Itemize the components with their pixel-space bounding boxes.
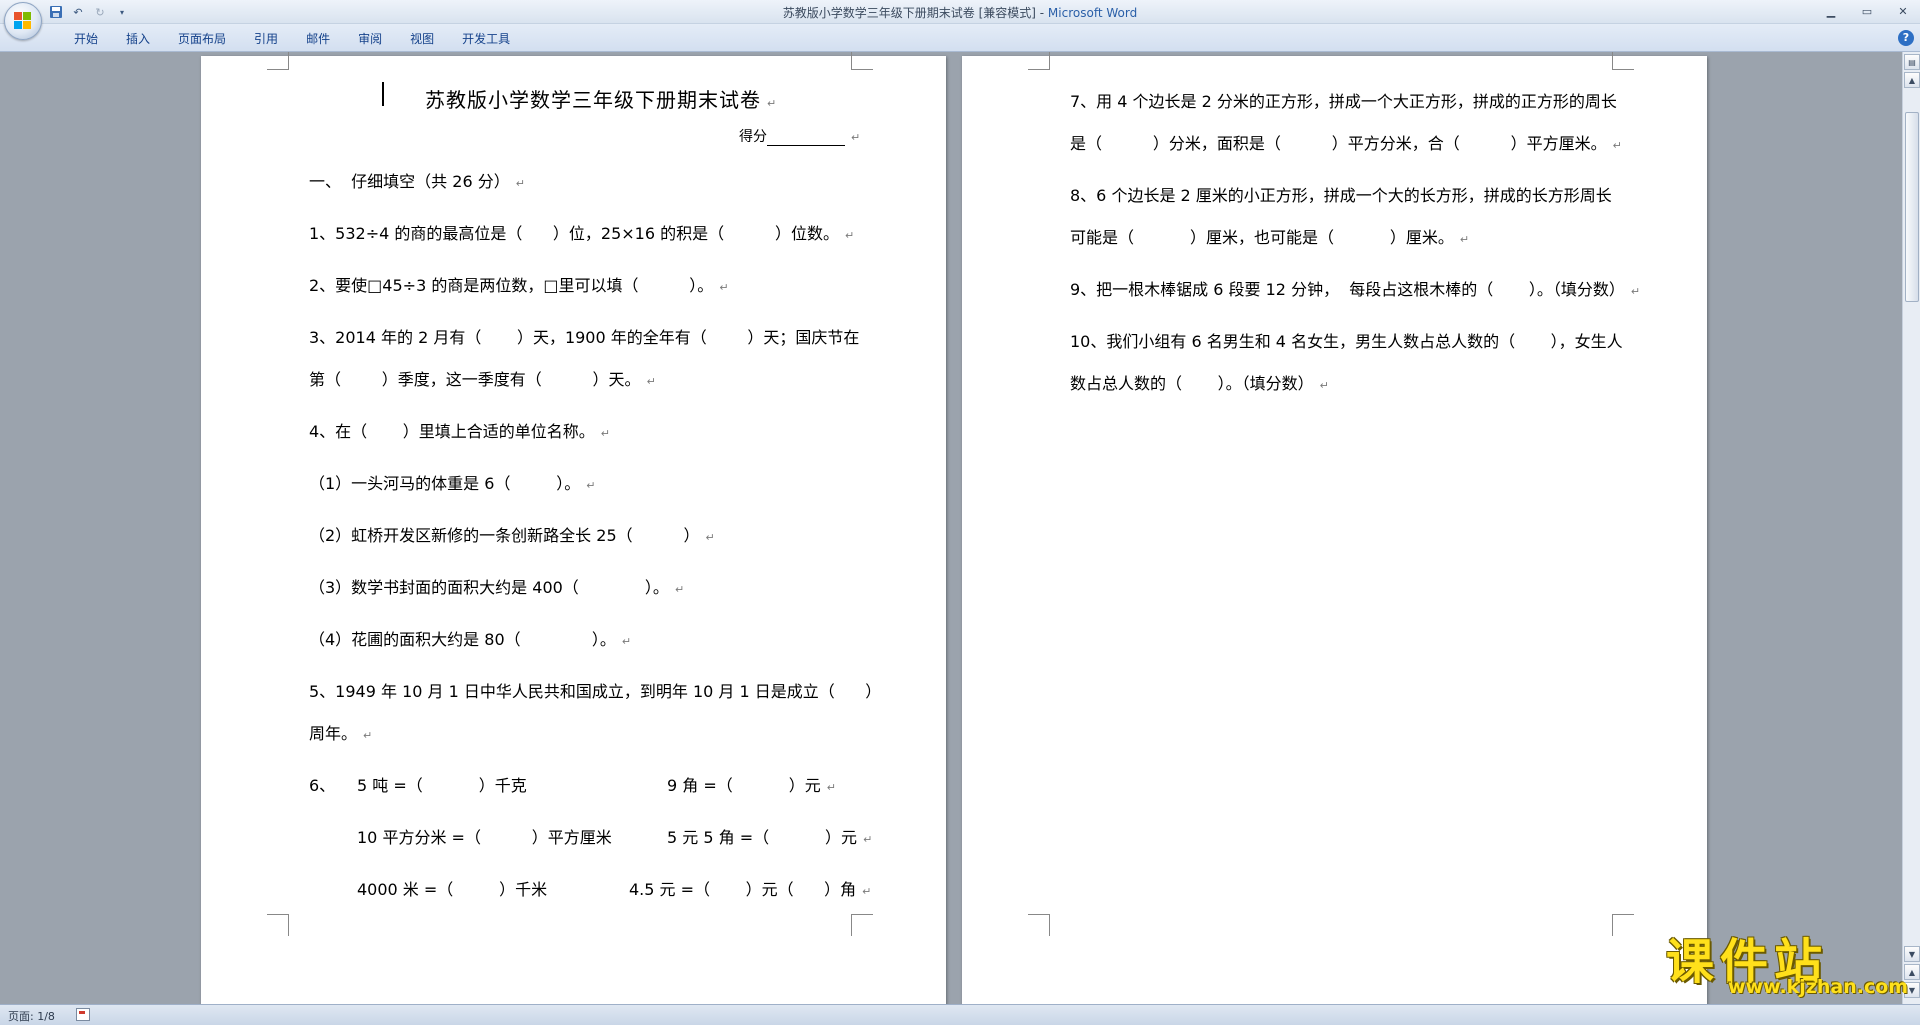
tab-references[interactable]: 引用 [240, 30, 292, 48]
crop-mark [1028, 914, 1050, 936]
tab-developer[interactable]: 开发工具 [448, 30, 524, 48]
tab-page-layout[interactable]: 页面布局 [164, 30, 240, 48]
tab-mailings[interactable]: 邮件 [292, 30, 344, 48]
document-title: 苏教版小学数学三年级下册期末试卷 [兼容模式] - [782, 6, 1048, 20]
question-8-line-1: 8、6 个边长是 2 厘米的小正方形，拼成一个大的长方形，拼成的长方形周长 [1070, 186, 1612, 205]
document-page-left[interactable]: 苏教版小学数学三年级下册期末试卷 ↵ 得分 ↵ 一、 仔细填空（共 26 分） ↵ 1… [201, 52, 946, 1004]
office-button[interactable] [4, 2, 42, 40]
maximize-icon[interactable]: ▭ [1856, 2, 1878, 20]
question-3-line-2: 第（ ）季度，这一季度有（ ）天。 ↵ [309, 370, 656, 389]
tab-insert[interactable]: 插入 [112, 30, 164, 48]
question-7-line-1: 7、用 4 个边长是 2 分米的正方形，拼成一个大正方形，拼成的正方形的周长 [1070, 92, 1617, 111]
ribbon-tabs: 开始 插入 页面布局 引用 邮件 审阅 视图 开发工具 [60, 30, 524, 48]
question-4-4: （4）花圃的面积大约是 80（ ）。 ↵ [309, 630, 632, 649]
office-logo-icon [14, 12, 32, 30]
site-watermark: 课件站 www.kjzhan.com [1666, 922, 1909, 1002]
question-6-number: 6、 [309, 776, 336, 795]
question-7-line-2: 是（ ）分米，面积是（ ）平方分米，合（ ）平方厘米。 ↵ [1070, 134, 1622, 153]
question-6-item: 10 平方分米 =（ ）平方厘米 [357, 828, 612, 847]
question-4-2: （2）虹桥开发区新修的一条创新路全长 25（ ） ↵ [309, 526, 715, 545]
question-2: 2、要使□45÷3 的商是两位数，□里可以填（ ）。 ↵ [309, 276, 729, 295]
crop-mark [1612, 914, 1634, 936]
status-bar: 页面: 1/8 [0, 1004, 1920, 1025]
question-1: 1、532÷4 的商的最高位是（ ）位，25×16 的积是（ ）位数。 ↵ [309, 224, 855, 243]
window-title: 苏教版小学数学三年级下册期末试卷 [兼容模式] - Microsoft Word [0, 4, 1920, 21]
crop-mark [267, 914, 289, 936]
tab-view[interactable]: 视图 [396, 30, 448, 48]
scrollbar-thumb[interactable] [1905, 112, 1919, 302]
question-4: 4、在（ ）里填上合适的单位名称。 ↵ [309, 422, 611, 441]
question-6-item: 4000 米 =（ ）千米 [357, 880, 548, 899]
question-10-line-1: 10、我们小组有 6 名男生和 4 名女生，男生人数占总人数的（ ），女生人 [1070, 332, 1623, 351]
watermark-url: www.kjzhan.com [1728, 976, 1909, 998]
question-6-item: 4.5 元 =（ ）元（ ）角 ↵ [629, 880, 872, 899]
document-heading: 苏教版小学数学三年级下册期末试卷 ↵ [425, 88, 778, 112]
question-3-line-1: 3、2014 年的 2 月有（ ）天，1900 年的全年有（ ）天；国庆节在 [309, 328, 860, 347]
question-9: 9、把一根木棒锯成 6 段要 12 分钟， 每段占这根木棒的（ ）。（填分数） ↵ [1070, 280, 1641, 299]
ruler-toggle-icon[interactable]: ▤ [1904, 54, 1920, 70]
section-heading: 一、 仔细填空（共 26 分） ↵ [309, 172, 525, 191]
crop-mark [267, 52, 289, 70]
text-cursor [382, 82, 384, 106]
document-workspace: 苏教版小学数学三年级下册期末试卷 ↵ 得分 ↵ 一、 仔细填空（共 26 分） ↵ 1… [0, 52, 1902, 1004]
help-icon[interactable]: ? [1898, 30, 1914, 46]
question-5-line-1: 5、1949 年 10 月 1 日中华人民共和国成立，到明年 10 月 1 日是… [309, 682, 882, 701]
question-8-line-2: 可能是（ ）厘米，也可能是（ ）厘米。 ↵ [1070, 228, 1470, 247]
ribbon-tab-bar: 开始 插入 页面布局 引用 邮件 审阅 视图 开发工具 ? [0, 24, 1920, 52]
crop-mark [851, 52, 873, 70]
tab-review[interactable]: 审阅 [344, 30, 396, 48]
question-5-line-2: 周年。 ↵ [309, 724, 373, 743]
page-count[interactable]: 页面: 1/8 [8, 1008, 55, 1024]
score-line: 得分 ↵ [739, 129, 861, 146]
vertical-scrollbar[interactable]: ▤ ▲ ▼ ▲ ▼ [1902, 52, 1920, 1004]
window-controls: ▁ ▭ ✕ [1820, 2, 1914, 20]
scroll-up-icon[interactable]: ▲ [1904, 72, 1920, 88]
question-10-line-2: 数占总人数的（ ）。（填分数） ↵ [1070, 374, 1329, 393]
question-4-1: （1）一头河马的体重是 6（ ）。 ↵ [309, 474, 596, 493]
question-6-item: 5 吨 =（ ）千克 [357, 776, 527, 795]
close-icon[interactable]: ✕ [1892, 2, 1914, 20]
crop-mark [1612, 52, 1634, 70]
question-6-item: 5 元 5 角 =（ ）元 ↵ [667, 828, 873, 847]
tab-home[interactable]: 开始 [60, 30, 112, 48]
crop-mark [851, 914, 873, 936]
minimize-icon[interactable]: ▁ [1820, 2, 1842, 20]
crop-mark [1028, 52, 1050, 70]
language-icon[interactable] [76, 1008, 90, 1021]
scroll-down-icon[interactable]: ▼ [1904, 946, 1920, 962]
document-page-right[interactable]: 7、用 4 个边长是 2 分米的正方形，拼成一个大正方形，拼成的正方形的周长 是… [962, 52, 1707, 1004]
question-6-item: 9 角 =（ ）元 ↵ [667, 776, 836, 795]
app-name: Microsoft Word [1047, 6, 1138, 20]
question-4-3: （3）数学书封面的面积大约是 400（ ）。 ↵ [309, 578, 685, 597]
title-bar: ↶ ↻ ▾ 苏教版小学数学三年级下册期末试卷 [兼容模式] - Microsof… [0, 0, 1920, 24]
